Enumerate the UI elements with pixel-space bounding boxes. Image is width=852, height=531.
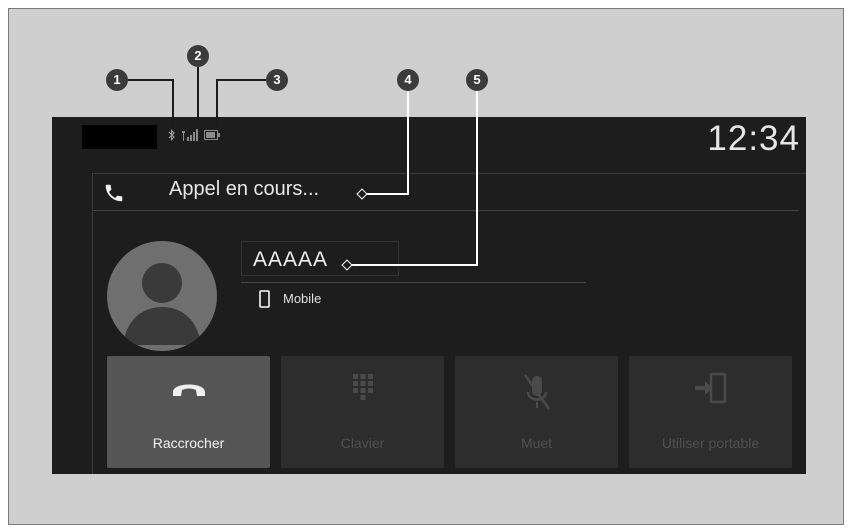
divider [241,282,586,283]
redacted-box [82,125,157,149]
keypad-label: Clavier [340,435,385,451]
hang-up-button[interactable]: Raccrocher [107,356,270,468]
phone-call-screen: 12:34 Appel en cours... AAAAA Mobile Rac… [52,117,806,474]
mute-label: Muet [520,435,553,451]
callout-3: 3 [266,69,288,91]
contact-name: AAAAA [253,248,329,271]
callout-2: 2 [187,45,209,67]
phone-type: Mobile [283,291,322,306]
callout-5-line [351,264,478,266]
keypad-icon [352,374,373,400]
transfer-to-phone-icon [694,372,726,404]
battery-icon [204,130,220,140]
callout-1-line [128,79,174,81]
callout-4-line [366,193,409,195]
bluetooth-icon [168,129,175,141]
call-panel: Appel en cours... AAAAA Mobile Raccroche… [92,173,806,474]
use-phone-label: Utiliser portable [661,435,760,451]
contact-avatar [107,241,217,351]
mute-microphone-icon [523,374,550,410]
callout-1-drop [172,79,174,127]
call-status-text: Appel en cours... [169,178,320,200]
callout-1: 1 [106,69,128,91]
hang-up-icon [172,384,205,396]
callout-4: 4 [397,69,419,91]
callout-3-line [216,79,266,81]
callout-4-drop [407,91,409,194]
clock: 12:34 [707,119,800,158]
status-icons [168,128,220,142]
callout-5: 5 [466,69,488,91]
callout-3-drop [216,79,218,127]
call-status-bar: Appel en cours... [93,174,799,211]
mobile-phone-icon [259,290,270,308]
phone-icon [105,184,123,202]
keypad-button[interactable]: Clavier [281,356,444,468]
signal-strength-icon [182,129,198,141]
mute-button[interactable]: Muet [455,356,618,468]
person-icon [123,263,201,345]
callout-5-drop [476,91,478,265]
use-phone-button[interactable]: Utiliser portable [629,356,792,468]
callout-2-drop [197,67,199,127]
hang-up-label: Raccrocher [152,435,225,451]
